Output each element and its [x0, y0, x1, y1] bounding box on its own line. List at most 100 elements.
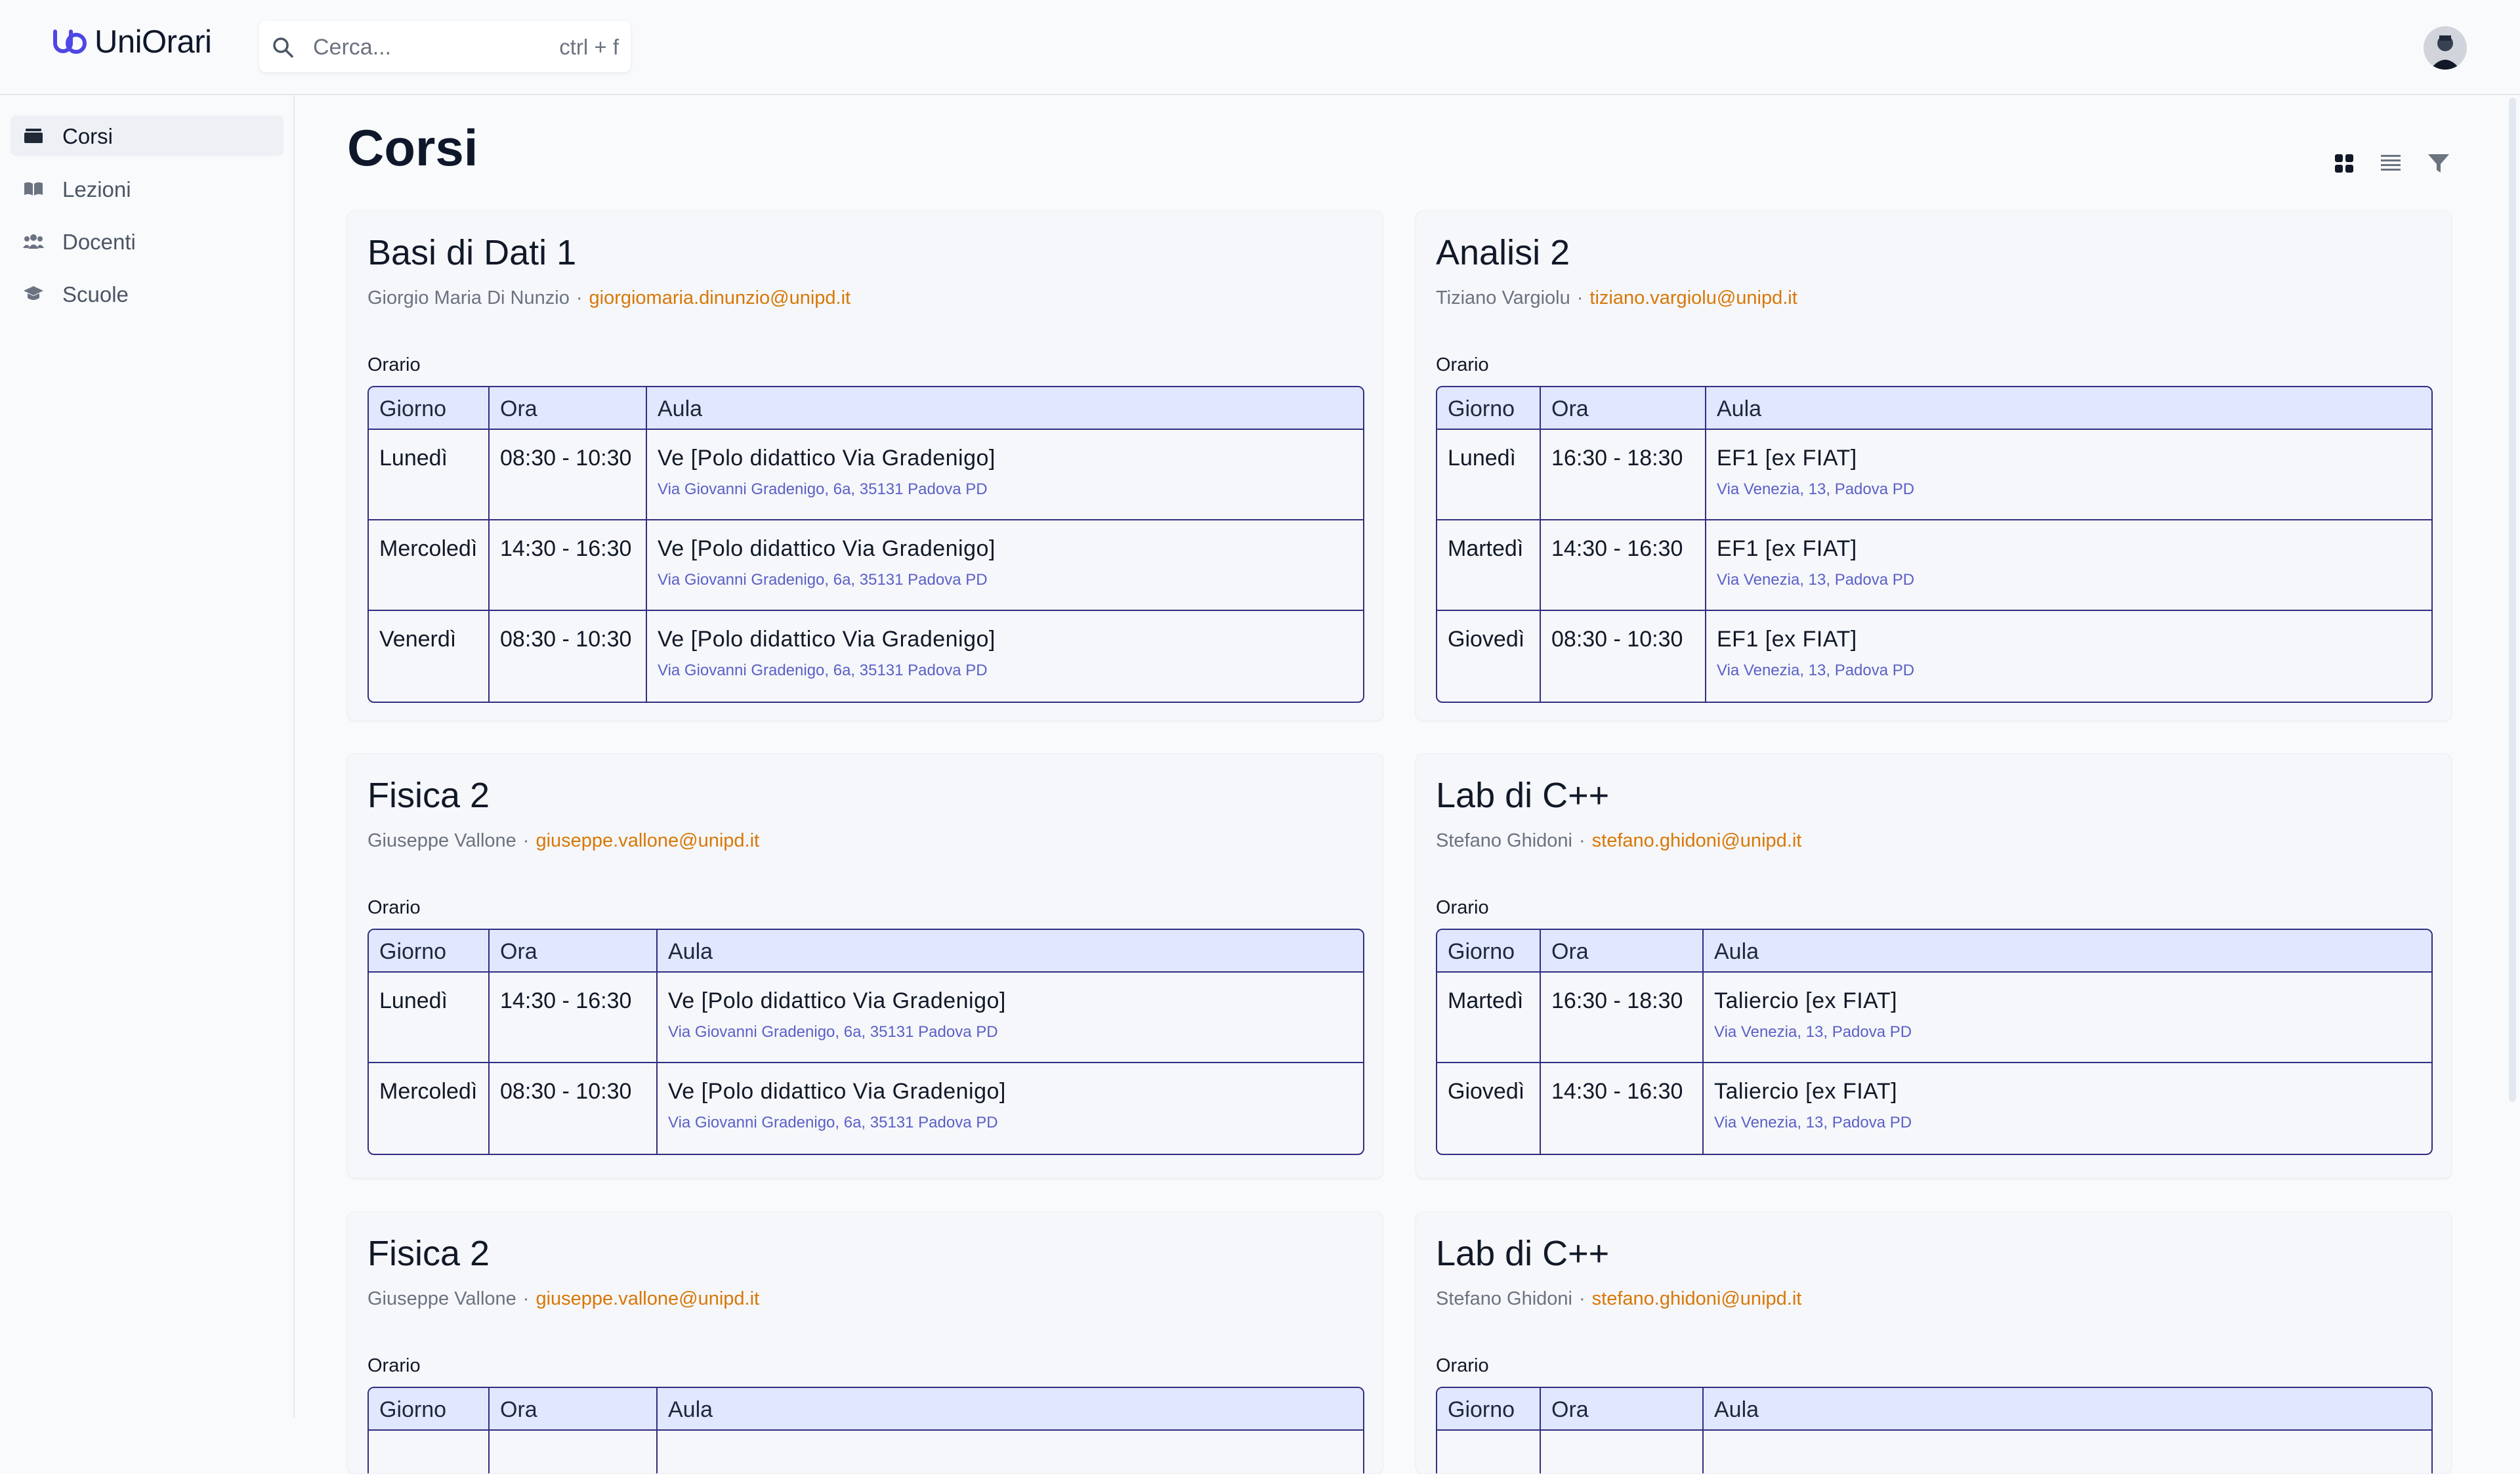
sidebar-item-scuole[interactable]: Scuole — [10, 274, 284, 314]
table-row: Giovedì 08:30 - 10:30 EF1 [ex FIAT] Via … — [1437, 611, 2431, 702]
teacher-name[interactable]: Giuseppe Vallone — [368, 1288, 516, 1309]
uniorari-logo-icon — [53, 30, 87, 54]
separator-dot: · — [522, 830, 530, 851]
course-title[interactable]: Analisi 2 — [1436, 232, 1570, 273]
table-header: Giorno Ora Aula — [1437, 1388, 2431, 1431]
course-card[interactable]: Fisica 2 Giuseppe Vallone · giuseppe.vallo… — [347, 753, 1383, 1179]
course-card[interactable]: Basi di Dati 1 Giorgio Maria Di Nunzio · g… — [347, 211, 1383, 721]
course-card[interactable]: Lab di C++ Stefano Ghidoni · stefano.ghido… — [1416, 1211, 2452, 1474]
room-cell — [658, 1431, 1363, 1473]
room-address[interactable]: Via Giovanni Gradenigo, 6a, 35131 Padova… — [658, 662, 1353, 680]
room-cell: Ve [Polo didattico Via Gradenigo] Via Gi… — [647, 611, 1363, 702]
schedule-table: Giorno Ora Aula — [368, 1387, 1364, 1473]
course-title[interactable]: Fisica 2 — [368, 1233, 490, 1274]
course-teacher-line: Giorgio Maria Di Nunzio · giorgiomaria.din… — [368, 287, 850, 309]
schedule-table: Giorno Ora Aula Martedì 16:30 - 18:30 Ta… — [1436, 929, 2433, 1155]
course-teacher-line: Giuseppe Vallone · giuseppe.vallone@unipd.… — [368, 1288, 759, 1310]
separator-dot: · — [1576, 287, 1584, 308]
filter-icon[interactable] — [2426, 151, 2451, 176]
course-title[interactable]: Lab di C++ — [1436, 1233, 1609, 1274]
scrollbar[interactable] — [2505, 95, 2520, 1418]
orario-label: Orario — [368, 354, 421, 375]
teacher-email-link[interactable]: stefano.ghidoni@unipd.it — [1592, 830, 1802, 851]
sidebar-item-docenti[interactable]: Docenti — [10, 221, 284, 262]
course-title[interactable]: Basi di Dati 1 — [368, 232, 576, 273]
room-address[interactable]: Via Venezia, 13, Padova PD — [1714, 1114, 2421, 1132]
sidebar-item-corsi[interactable]: Corsi — [10, 116, 284, 156]
orario-label: Orario — [368, 1355, 421, 1376]
sidebar-item-label: Corsi — [62, 124, 114, 148]
time-cell: 08:30 - 10:30 — [1541, 611, 1706, 702]
room-address[interactable]: Via Venezia, 13, Padova PD — [1714, 1023, 2421, 1042]
course-card[interactable]: Lab di C++ Stefano Ghidoni · stefano.ghido… — [1416, 753, 2452, 1179]
header-room: Aula — [668, 939, 713, 964]
room-cell: Ve [Polo didattico Via Gradenigo] Via Gi… — [658, 973, 1363, 1062]
time-cell: 16:30 - 18:30 — [1541, 430, 1706, 519]
top-bar: UniOrari ctrl + f — [0, 0, 2520, 95]
search-input[interactable] — [312, 21, 511, 74]
table-header: Giorno Ora Aula — [369, 930, 1363, 973]
room-cell: Taliercio [ex FIAT] Via Venezia, 13, Pad… — [1704, 973, 2431, 1062]
room-address[interactable]: Via Giovanni Gradenigo, 6a, 35131 Padova… — [668, 1114, 1353, 1132]
time-cell: 08:30 - 10:30 — [490, 1063, 658, 1154]
teacher-name[interactable]: Giuseppe Vallone — [368, 830, 516, 851]
room-address[interactable]: Via Giovanni Gradenigo, 6a, 35131 Padova… — [658, 480, 1353, 499]
table-row: Martedì 16:30 - 18:30 Taliercio [ex FIAT… — [1437, 973, 2431, 1063]
teacher-name[interactable]: Giorgio Maria Di Nunzio — [368, 287, 570, 308]
time-cell: 14:30 - 16:30 — [1541, 520, 1706, 610]
page-title: Corsi — [347, 119, 478, 177]
separator-dot: · — [522, 1288, 530, 1309]
time-cell: 08:30 - 10:30 — [490, 430, 647, 519]
course-title[interactable]: Lab di C++ — [1436, 775, 1609, 816]
teacher-name[interactable]: Stefano Ghidoni — [1436, 830, 1572, 851]
day-cell: Mercoledì — [369, 1063, 490, 1154]
grid-view-icon[interactable] — [2332, 151, 2357, 176]
orario-label: Orario — [368, 897, 421, 918]
teacher-email-link[interactable]: giuseppe.vallone@unipd.it — [536, 1288, 759, 1309]
room-cell: Ve [Polo didattico Via Gradenigo] Via Gi… — [647, 430, 1363, 519]
header-day: Giorno — [1437, 1388, 1541, 1429]
teacher-email-link[interactable]: giuseppe.vallone@unipd.it — [536, 830, 759, 851]
room-name: Ve [Polo didattico Via Gradenigo] — [668, 988, 1006, 1013]
day-cell: Lunedì — [369, 973, 490, 1062]
header-time: Ora — [1541, 930, 1704, 971]
header-day: Giorno — [369, 930, 490, 971]
time-cell: 14:30 - 16:30 — [490, 973, 658, 1062]
user-avatar-icon — [2424, 26, 2467, 70]
search-box[interactable]: ctrl + f — [259, 21, 631, 74]
room-address[interactable]: Via Venezia, 13, Padova PD — [1717, 662, 2421, 680]
schedule-table: Giorno Ora Aula Lunedì 08:30 - 10:30 Ve … — [368, 386, 1364, 703]
room-address[interactable]: Via Venezia, 13, Padova PD — [1717, 480, 2421, 499]
room-cell: Taliercio [ex FIAT] Via Venezia, 13, Pad… — [1704, 1063, 2431, 1154]
app-logo[interactable]: UniOrari — [51, 24, 212, 60]
search-shortcut-hint: ctrl + f — [559, 35, 619, 59]
room-cell: Ve [Polo didattico Via Gradenigo] Via Gi… — [658, 1063, 1363, 1154]
separator-dot: · — [1578, 1288, 1586, 1309]
teacher-email-link[interactable]: stefano.ghidoni@unipd.it — [1592, 1288, 1802, 1309]
teacher-name[interactable]: Stefano Ghidoni — [1436, 1288, 1572, 1309]
teacher-name[interactable]: Tiziano Vargiolu — [1436, 287, 1570, 308]
room-address[interactable]: Via Giovanni Gradenigo, 6a, 35131 Padova… — [668, 1023, 1353, 1042]
day-cell: Lunedì — [369, 430, 490, 519]
course-title[interactable]: Fisica 2 — [368, 775, 490, 816]
separator-dot: · — [1578, 830, 1586, 851]
header-day: Giorno — [1437, 387, 1541, 429]
room-name: Ve [Polo didattico Via Gradenigo] — [658, 536, 996, 561]
scrollbar-thumb[interactable] — [2509, 98, 2516, 1102]
table-row: Martedì 14:30 - 16:30 EF1 [ex FIAT] Via … — [1437, 520, 2431, 611]
table-row: Venerdì 08:30 - 10:30 Ve [Polo didattico… — [369, 611, 1363, 702]
course-card[interactable]: Fisica 2 Giuseppe Vallone · giuseppe.vallo… — [347, 1211, 1383, 1474]
room-name: EF1 [ex FIAT] — [1717, 446, 1857, 471]
room-address[interactable]: Via Giovanni Gradenigo, 6a, 35131 Padova… — [658, 571, 1353, 589]
teacher-email-link[interactable]: tiziano.vargiolu@unipd.it — [1589, 287, 1797, 308]
sidebar-item-lezioni[interactable]: Lezioni — [10, 169, 284, 209]
teacher-email-link[interactable]: giorgiomaria.dinunzio@unipd.it — [589, 287, 851, 308]
course-card[interactable]: Analisi 2 Tiziano Vargiolu · tiziano.vargi… — [1416, 211, 2452, 721]
room-name: EF1 [ex FIAT] — [1717, 627, 1857, 652]
list-view-icon[interactable] — [2378, 151, 2403, 176]
header-room: Aula — [668, 1397, 713, 1422]
day-cell: Mercoledì — [369, 520, 490, 610]
avatar[interactable] — [2424, 26, 2467, 70]
room-address[interactable]: Via Venezia, 13, Padova PD — [1717, 571, 2421, 589]
header-time: Ora — [1541, 387, 1706, 429]
